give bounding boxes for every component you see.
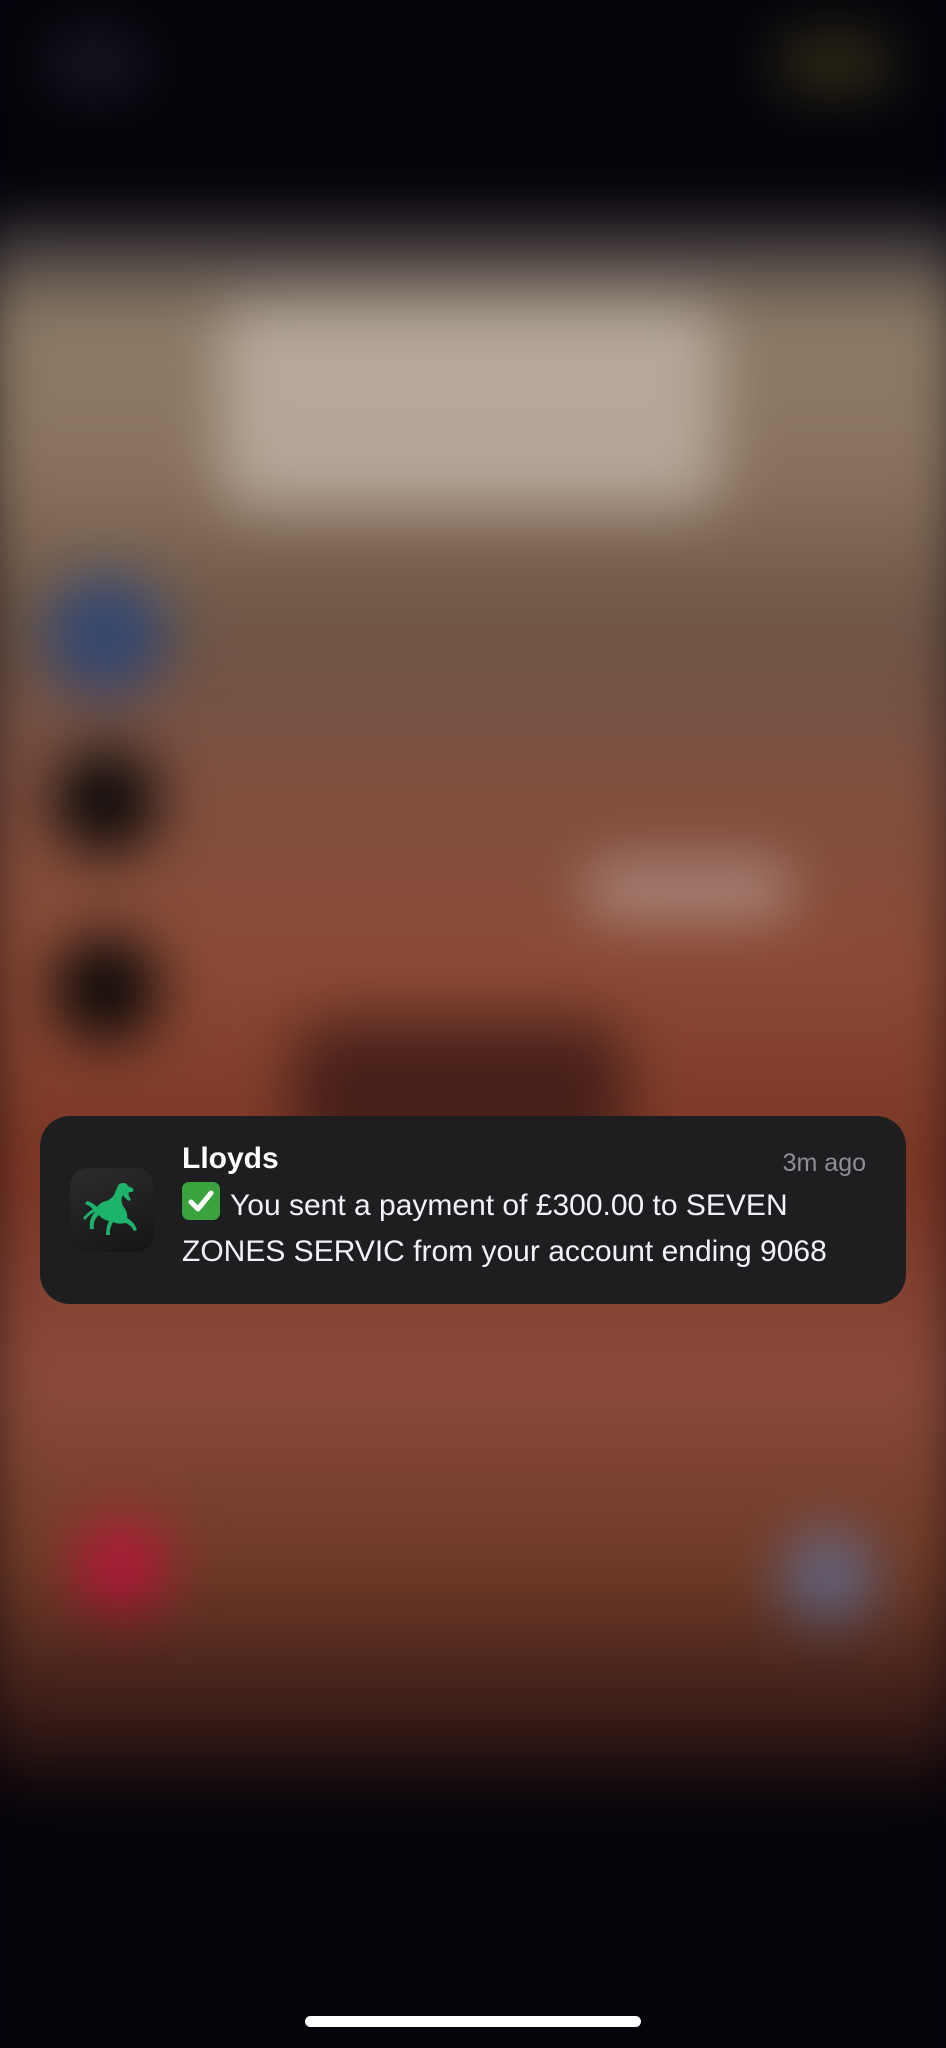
lloyds-horse-icon: [70, 1168, 154, 1252]
notification-time: 3m ago: [782, 1149, 866, 1177]
check-mark-icon: [182, 1182, 220, 1220]
notification-message: You sent a payment of £300.00 to SEVEN Z…: [182, 1189, 827, 1268]
home-indicator[interactable]: [305, 2016, 641, 2027]
notification-message-container: You sent a payment of £300.00 to SEVEN Z…: [182, 1182, 882, 1275]
notification-app-name: Lloyds: [182, 1142, 279, 1175]
blurred-background: [0, 0, 946, 2048]
lock-screen: Lloyds 3m ago You sent a payment of £300…: [0, 0, 946, 2048]
notification-banner[interactable]: Lloyds 3m ago You sent a payment of £300…: [40, 1116, 906, 1304]
